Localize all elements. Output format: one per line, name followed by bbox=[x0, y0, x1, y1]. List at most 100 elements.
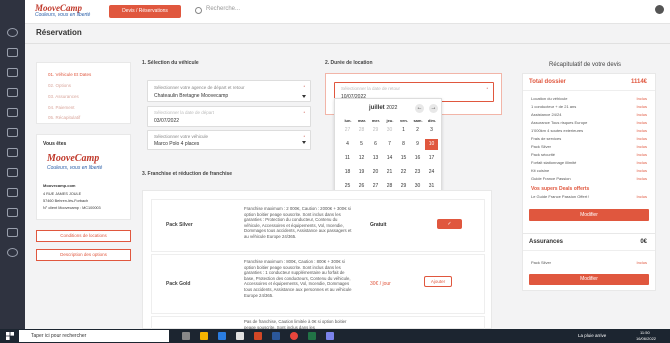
calendar-day[interactable]: 4 bbox=[341, 139, 354, 150]
weekday-header: mar. bbox=[357, 118, 367, 123]
powerpoint-icon[interactable] bbox=[254, 332, 262, 340]
recap-line-value: Inclus bbox=[636, 120, 647, 125]
calendar-day[interactable]: 2 bbox=[411, 125, 424, 136]
step-payment[interactable]: 04. Paiement bbox=[48, 105, 75, 110]
step-vehicle-dates[interactable]: 01. Véhicule Et Dates bbox=[48, 72, 91, 77]
calendar-day[interactable]: 17 bbox=[425, 153, 438, 164]
user-icon[interactable] bbox=[7, 68, 18, 77]
vehicle-select[interactable]: Sélectionner votre véhicule Marco Polo 4… bbox=[147, 130, 311, 150]
weather-text[interactable]: La pluie arrive bbox=[578, 333, 606, 338]
devis-reservations-button[interactable]: Devis / Réservations bbox=[109, 5, 181, 18]
step-options[interactable]: 02. Options bbox=[48, 83, 71, 88]
pack-gold-add-button[interactable]: Ajouter bbox=[424, 276, 452, 287]
calendar-day[interactable]: 3 bbox=[425, 125, 438, 136]
task-view-icon[interactable] bbox=[182, 332, 190, 340]
calendar-day[interactable]: 28 bbox=[355, 125, 368, 136]
folder-icon[interactable] bbox=[7, 188, 18, 197]
calendar-day[interactable]: 22 bbox=[397, 167, 410, 178]
insurance-modify-button[interactable]: Modifier bbox=[529, 274, 649, 285]
calendar-day[interactable]: 27 bbox=[341, 125, 354, 136]
recap-line-value: Inclus bbox=[636, 176, 647, 181]
agency-select-value: Chateaulin Bretagne Moovecamp bbox=[154, 93, 229, 99]
calendar-day[interactable]: 8 bbox=[397, 139, 410, 150]
required-marker: * bbox=[303, 134, 305, 139]
recap-line-label: Location du véhicule bbox=[531, 96, 568, 101]
vehicle-section-title: 1. Sélection du véhicule bbox=[142, 60, 199, 66]
excel-icon[interactable] bbox=[308, 332, 316, 340]
table-row: Pas de franchise, Caution limitée à 0€ s… bbox=[151, 316, 485, 330]
calendar-day[interactable]: 21 bbox=[383, 167, 396, 178]
chrome-icon[interactable] bbox=[290, 332, 298, 340]
calendar-day[interactable]: 11 bbox=[341, 153, 354, 164]
duration-section-title: 2. Durée de location bbox=[325, 60, 373, 66]
agency-select-label: Sélectionner votre agence de départ et r… bbox=[154, 85, 245, 90]
tag-icon[interactable] bbox=[7, 228, 18, 237]
avatar[interactable] bbox=[655, 5, 664, 14]
calendar-day[interactable]: 15 bbox=[397, 153, 410, 164]
calendar-day[interactable]: 13 bbox=[369, 153, 382, 164]
recap-modify-button[interactable]: Modifier bbox=[529, 209, 649, 221]
word-icon[interactable] bbox=[272, 332, 280, 340]
home-icon[interactable] bbox=[7, 28, 18, 37]
agency-select[interactable]: Sélectionner votre agence de départ et r… bbox=[147, 80, 311, 102]
taskbar: Taper ici pour rechercher La pluie arriv… bbox=[0, 329, 670, 343]
pack-gold-description: Franchise maximum : 800€, Caution : 800€… bbox=[244, 259, 352, 298]
calendar-day[interactable]: 12 bbox=[355, 153, 368, 164]
calendar-day[interactable]: 10 bbox=[425, 139, 438, 150]
calendar-day[interactable]: 30 bbox=[383, 125, 396, 136]
chart-icon[interactable] bbox=[7, 128, 18, 137]
calendar-day[interactable]: 16 bbox=[411, 153, 424, 164]
terms-button[interactable]: Conditions de locations bbox=[36, 230, 131, 242]
calendar-day[interactable]: 23 bbox=[411, 167, 424, 178]
document-icon[interactable] bbox=[7, 88, 18, 97]
calendar-icon[interactable] bbox=[7, 48, 18, 57]
recap-line-label: Kit cuisine bbox=[531, 168, 550, 173]
calendar-day[interactable]: 20 bbox=[369, 167, 382, 178]
table-row: Pack Silver Franchise maximum : 2 000€, … bbox=[151, 199, 485, 252]
calendar-day[interactable]: 19 bbox=[355, 167, 368, 178]
list-icon[interactable] bbox=[7, 148, 18, 157]
mail-icon[interactable] bbox=[7, 208, 18, 217]
prev-month-button[interactable]: ← bbox=[415, 104, 424, 113]
insurance-line-value: Inclus bbox=[636, 260, 647, 265]
table-row: Pack Gold Franchise maximum : 800€, Caut… bbox=[151, 254, 485, 314]
pack-silver-selected-button[interactable]: ✓ bbox=[437, 219, 462, 229]
recap-line-label: Assistance 24/24 bbox=[531, 112, 562, 117]
edge-icon[interactable] bbox=[218, 332, 226, 340]
options-description-button[interactable]: Description des options bbox=[36, 249, 131, 261]
total-label: Total dossier bbox=[529, 79, 566, 85]
clock-time[interactable]: 11:50 bbox=[640, 330, 650, 335]
recap-line-label: 1'000km 4 soutes exterieures bbox=[531, 128, 584, 133]
calendar-day[interactable]: 1 bbox=[397, 125, 410, 136]
calendar-day[interactable]: 24 bbox=[425, 167, 438, 178]
weekday-header: mer. bbox=[371, 118, 381, 123]
chevron-down-icon bbox=[302, 141, 306, 144]
start-date-field[interactable]: Sélectionner la date de départ 03/07/202… bbox=[147, 106, 311, 127]
recap-line-label: Assurance Tous risques Europe bbox=[531, 120, 588, 125]
search-input[interactable]: Recherche... bbox=[206, 6, 240, 12]
step-summary[interactable]: 05. Récapitulatif bbox=[48, 115, 80, 120]
windows-start-icon[interactable] bbox=[6, 332, 14, 340]
step-insurance[interactable]: 03. Assurances bbox=[48, 94, 79, 99]
calendar-day[interactable]: 9 bbox=[411, 139, 424, 150]
next-month-button[interactable]: → bbox=[429, 104, 438, 113]
recap-line-label: Guide France Passion bbox=[531, 176, 571, 181]
calendar-day[interactable]: 6 bbox=[369, 139, 382, 150]
gear-icon[interactable] bbox=[7, 248, 18, 257]
teams-icon[interactable] bbox=[326, 332, 334, 340]
calendar-day[interactable]: 7 bbox=[383, 139, 396, 150]
calendar-day[interactable]: 18 bbox=[341, 167, 354, 178]
brand-logo[interactable]: MooveCamp Couleurs, vous en liberté bbox=[35, 3, 90, 18]
start-date-value: 03/07/2022 bbox=[154, 118, 180, 124]
calendar-day[interactable]: 5 bbox=[355, 139, 368, 150]
store-icon[interactable] bbox=[236, 332, 244, 340]
car-icon[interactable] bbox=[7, 108, 18, 117]
taskbar-search[interactable]: Taper ici pour rechercher bbox=[19, 330, 169, 342]
calendar-day[interactable]: 14 bbox=[383, 153, 396, 164]
divider bbox=[523, 250, 655, 251]
grid-icon[interactable] bbox=[7, 168, 18, 177]
file-explorer-icon[interactable] bbox=[200, 332, 208, 340]
calendar-day[interactable]: 29 bbox=[369, 125, 382, 136]
clock-date[interactable]: 16/06/2022 bbox=[636, 336, 656, 341]
pack-silver-description: Franchise maximum : 2 000€, Caution : 20… bbox=[244, 206, 352, 239]
